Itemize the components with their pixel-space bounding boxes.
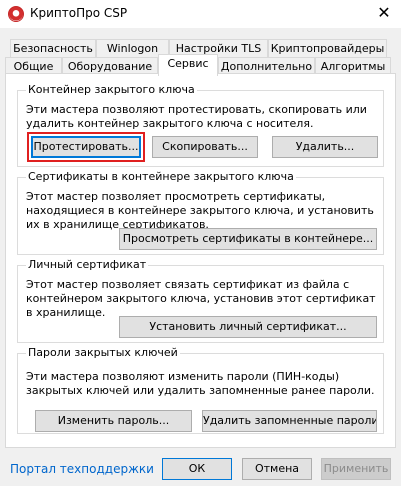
group-description: Этот мастер позволяет просмотреть сертиф… [26,190,374,231]
group-title: Сертификаты в контейнере закрытого ключа [26,170,296,184]
service-tab-panel: Контейнер закрытого ключа Эти мастера по… [5,73,396,448]
group-key-passwords: Пароли закрытых ключей Эти мастера позво… [17,346,384,434]
remove-saved-passwords-button[interactable]: Удалить запомненные пароли... [202,410,377,432]
group-key-container: Контейнер закрытого ключа Эти мастера по… [17,83,384,167]
window-title: КриптоПро CSP [30,6,128,20]
copy-container-button[interactable]: Скопировать... [152,136,258,158]
group-description: Эти мастера позволяют изменить пароли (П… [26,370,375,397]
delete-container-button[interactable]: Удалить... [272,136,378,158]
test-container-button[interactable]: Протестировать... [27,132,145,162]
group-personal-cert: Личный сертификат Этот мастер позволяет … [17,258,384,343]
install-personal-cert-button[interactable]: Установить личный сертификат... [119,316,377,338]
tab-security[interactable]: Безопасность [10,39,96,57]
tab-crypto-providers[interactable]: Криптопровайдеры [268,39,387,57]
view-container-certs-button[interactable]: Просмотреть сертификаты в контейнере... [119,228,377,250]
tab-strip: Безопасность Winlogon Настройки TLS Крип… [0,28,401,76]
title-bar: КриптоПро CSP ✕ [0,0,401,28]
cryptopro-logo-icon [8,6,24,22]
ok-button[interactable]: ОК [162,458,232,480]
close-button[interactable]: ✕ [367,0,401,28]
change-password-button[interactable]: Изменить пароль... [35,410,192,432]
group-description: Этот мастер позволяет связать сертификат… [26,278,376,319]
group-container-certs: Сертификаты в контейнере закрытого ключа… [17,170,384,255]
group-description: Эти мастера позволяют протестировать, ск… [26,103,367,130]
cancel-button[interactable]: Отмена [242,458,312,480]
group-title: Контейнер закрытого ключа [26,83,197,97]
group-title: Пароли закрытых ключей [26,346,180,360]
support-portal-link[interactable]: Портал техподдержки [10,462,154,476]
group-title: Личный сертификат [26,258,149,272]
apply-button[interactable]: Применить [321,458,391,480]
tab-service[interactable]: Сервис [158,54,218,76]
